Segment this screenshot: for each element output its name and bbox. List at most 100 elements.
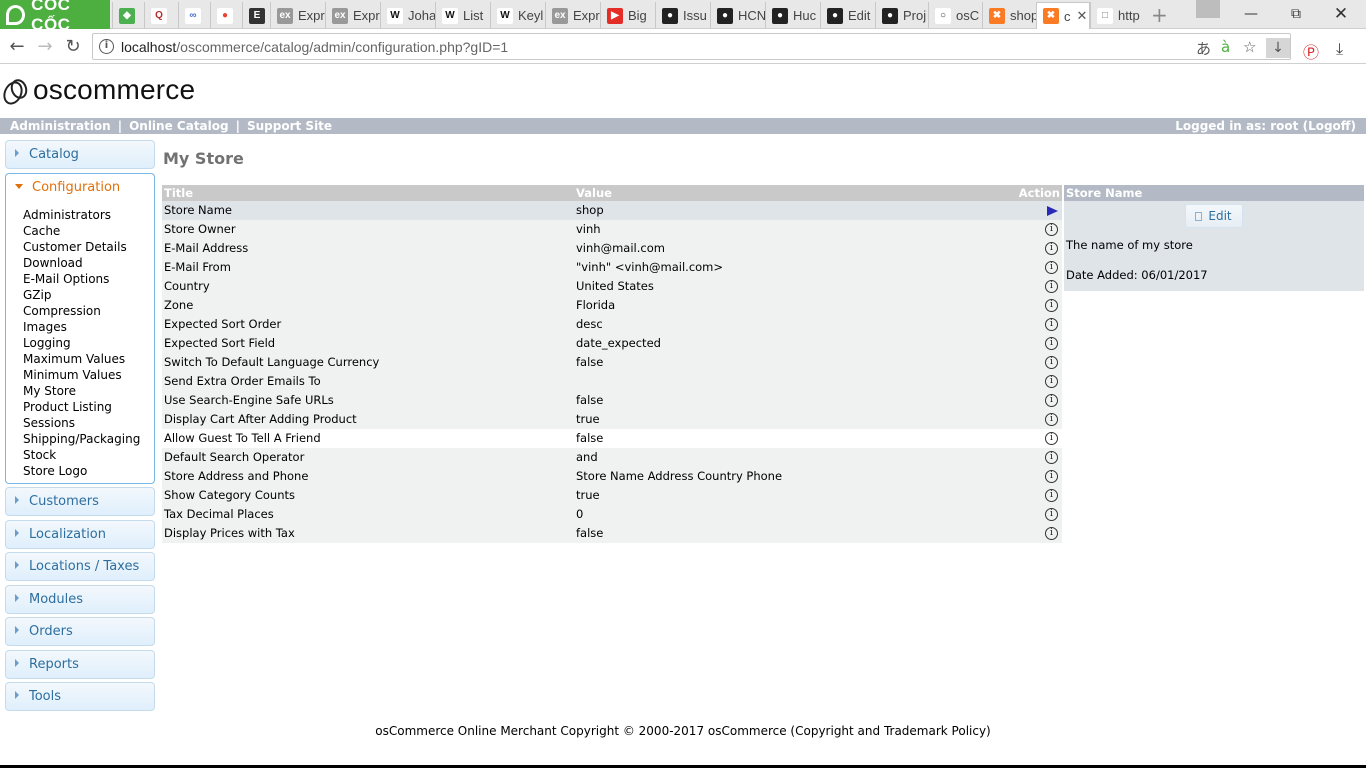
info-icon[interactable]: i: [1045, 413, 1058, 426]
config-menu-item[interactable]: Product Listing: [23, 399, 154, 415]
config-menu-item[interactable]: Stock: [23, 447, 154, 463]
coccoc-brand[interactable]: CỐC CỐC: [0, 0, 110, 34]
table-row[interactable]: Tax Decimal Places 0 i: [162, 505, 1062, 524]
browser-tab[interactable]: ∞: [178, 2, 210, 29]
config-menu-item[interactable]: Download: [23, 255, 154, 271]
selected-arrow-icon[interactable]: [1047, 205, 1058, 216]
config-menu-item[interactable]: Administrators: [23, 207, 154, 223]
forward-button[interactable]: →: [34, 36, 56, 58]
table-row[interactable]: Use Search-Engine Safe URLs false i: [162, 391, 1062, 410]
config-menu-item[interactable]: Minimum Values: [23, 367, 154, 383]
browser-tab[interactable]: ex Expr: [270, 2, 325, 29]
table-row[interactable]: E-Mail From "vinh" <vinh@mail.com> i: [162, 258, 1062, 277]
table-row[interactable]: Display Prices with Tax false i: [162, 524, 1062, 543]
administration-link[interactable]: Administration: [10, 119, 111, 133]
info-icon[interactable]: i: [1045, 261, 1058, 274]
config-menu-item[interactable]: E-Mail Options: [23, 271, 154, 287]
logoff-link[interactable]: Logoff: [1308, 119, 1350, 133]
browser-tab[interactable]: ●: [210, 2, 242, 29]
config-menu-item[interactable]: Maximum Values: [23, 351, 154, 367]
table-row[interactable]: Expected Sort Order desc i: [162, 315, 1062, 334]
sidebar-item-tools[interactable]: Tools: [5, 682, 155, 711]
config-menu-item[interactable]: Logging: [23, 335, 154, 351]
table-row[interactable]: Store Address and Phone Store Name Addres…: [162, 467, 1062, 486]
browser-tab[interactable]: ▶ Big: [600, 2, 655, 29]
info-icon[interactable]: i: [1045, 451, 1058, 464]
sidebar-item-configuration[interactable]: Configuration: [5, 173, 155, 202]
info-icon[interactable]: i: [1045, 337, 1058, 350]
sidebar-item-catalog[interactable]: Catalog: [5, 140, 155, 169]
config-menu-item[interactable]: Customer Details: [23, 239, 154, 255]
info-icon[interactable]: i: [1045, 299, 1058, 312]
info-icon[interactable]: i: [1045, 223, 1058, 236]
pinterest-icon[interactable]: Ⓟ: [1303, 39, 1319, 63]
config-menu-item[interactable]: My Store: [23, 383, 154, 399]
back-button[interactable]: ←: [6, 36, 28, 58]
tab-active[interactable]: ✖ c ✕: [1036, 2, 1090, 29]
config-menu-item[interactable]: Compression: [23, 303, 154, 319]
site-info-icon[interactable]: i: [99, 39, 114, 54]
browser-tab[interactable]: W List: [435, 2, 490, 29]
table-row[interactable]: Default Search Operator and i: [162, 448, 1062, 467]
profile-icon[interactable]: [1196, 0, 1220, 18]
table-row[interactable]: Store Name shop: [162, 201, 1062, 220]
sidebar-item-locations-taxes[interactable]: Locations / Taxes: [5, 552, 155, 581]
edit-button[interactable]: Edit: [1185, 204, 1243, 228]
download-arrow-icon[interactable]: ↓: [1266, 38, 1290, 58]
table-row[interactable]: Switch To Default Language Currency false…: [162, 353, 1062, 372]
sidebar-item-reports[interactable]: Reports: [5, 649, 155, 679]
translate-icon[interactable]: あ: [1196, 38, 1211, 59]
typing-icon[interactable]: à: [1221, 38, 1230, 56]
sidebar-item-modules[interactable]: Modules: [5, 584, 155, 614]
reload-button[interactable]: ↻: [62, 36, 84, 58]
info-icon[interactable]: i: [1045, 356, 1058, 369]
browser-tab[interactable]: ex Expr: [545, 2, 600, 29]
info-icon[interactable]: i: [1045, 489, 1058, 502]
oscommerce-logo[interactable]: oscommerce: [3, 74, 195, 106]
browser-tab[interactable]: ● Issu: [655, 2, 710, 29]
url-field[interactable]: i localhost/oscommerce/catalog/admin/con…: [92, 33, 1291, 60]
table-row[interactable]: E-Mail Address vinh@mail.com i: [162, 239, 1062, 258]
config-menu-item[interactable]: Cache: [23, 223, 154, 239]
support-site-link[interactable]: Support Site: [247, 119, 332, 133]
online-catalog-link[interactable]: Online Catalog: [129, 119, 229, 133]
table-row[interactable]: Store Owner vinh i: [162, 220, 1062, 239]
info-icon[interactable]: i: [1045, 432, 1058, 445]
browser-tab[interactable]: W Keyl: [490, 2, 545, 29]
table-row[interactable]: Send Extra Order Emails To i: [162, 372, 1062, 391]
browser-tab[interactable]: ex Expr: [325, 2, 380, 29]
download-icon[interactable]: ⤓: [1336, 39, 1343, 59]
table-row[interactable]: Expected Sort Field date_expected i: [162, 334, 1062, 353]
restore-button[interactable]: ⧉: [1273, 0, 1319, 29]
info-icon[interactable]: i: [1045, 318, 1058, 331]
info-icon[interactable]: i: [1045, 242, 1058, 255]
info-icon[interactable]: i: [1045, 470, 1058, 483]
table-row[interactable]: Display Cart After Adding Product true i: [162, 410, 1062, 429]
browser-tab[interactable]: □ http: [1090, 2, 1144, 29]
browser-tab[interactable]: ✖ shop: [982, 2, 1036, 29]
browser-tab[interactable]: ○ osC: [928, 2, 982, 29]
info-icon[interactable]: i: [1045, 394, 1058, 407]
browser-tab[interactable]: E: [242, 2, 270, 29]
close-window-button[interactable]: ✕: [1318, 0, 1364, 29]
sidebar-item-customers[interactable]: Customers: [5, 487, 155, 516]
browser-tab[interactable]: Q: [144, 2, 178, 29]
config-menu-item[interactable]: Store Logo: [23, 463, 154, 479]
info-icon[interactable]: i: [1045, 527, 1058, 540]
config-menu-item[interactable]: Shipping/Packaging: [23, 431, 154, 447]
table-row[interactable]: Country United States i: [162, 277, 1062, 296]
browser-tab[interactable]: ◆: [112, 2, 144, 29]
browser-tab[interactable]: ● HCN: [710, 2, 765, 29]
bookmark-star-icon[interactable]: ☆: [1243, 38, 1256, 56]
sidebar-item-localization[interactable]: Localization: [5, 519, 155, 549]
browser-tab[interactable]: ● Proj: [875, 2, 929, 29]
config-menu-item[interactable]: Sessions: [23, 415, 154, 431]
new-tab-button[interactable]: +: [1151, 3, 1168, 27]
table-row[interactable]: Show Category Counts true i: [162, 486, 1062, 505]
table-row[interactable]: Allow Guest To Tell A Friend false i: [162, 429, 1062, 448]
config-menu-item[interactable]: Images: [23, 319, 154, 335]
browser-tab[interactable]: ● Edit: [820, 2, 875, 29]
close-tab-icon[interactable]: ✕: [1077, 8, 1088, 24]
table-row[interactable]: Zone Florida i: [162, 296, 1062, 315]
info-icon[interactable]: i: [1045, 508, 1058, 521]
